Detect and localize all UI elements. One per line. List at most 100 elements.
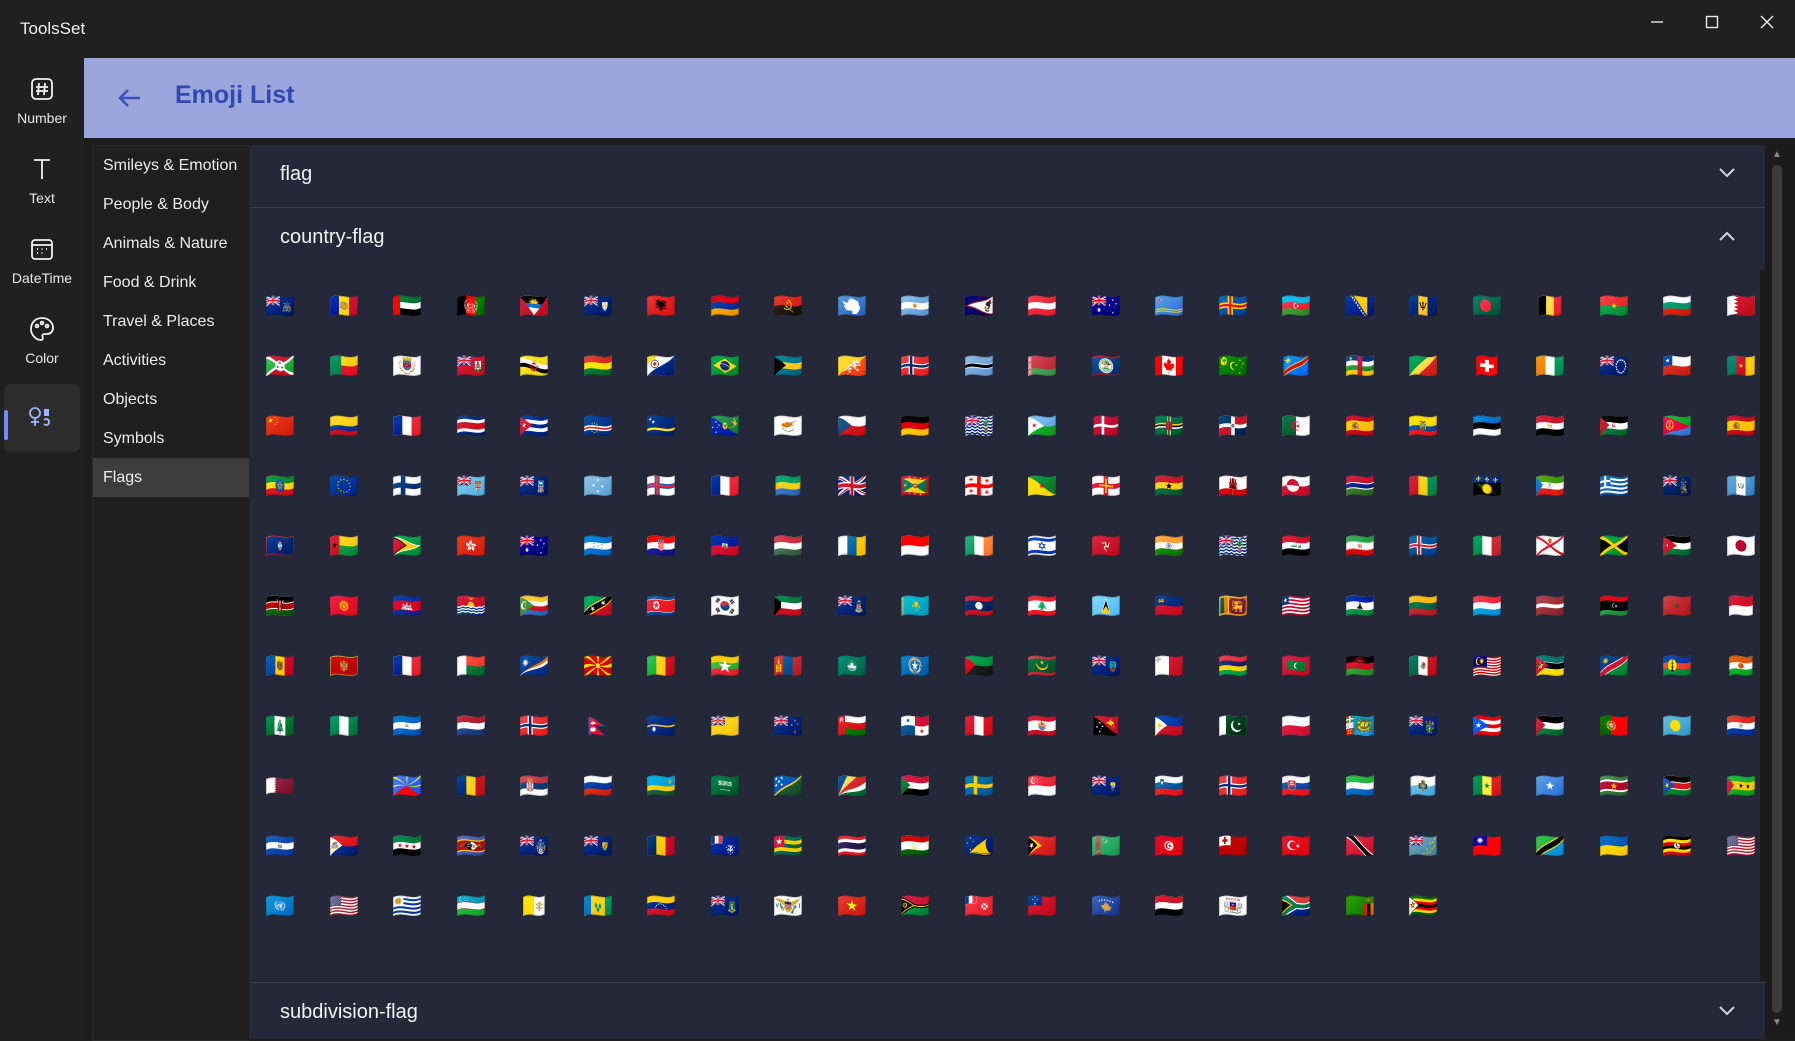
flag-emoji[interactable]: 🇲🇺 xyxy=(1215,653,1251,679)
flag-emoji[interactable]: 🇲🇭 xyxy=(516,653,552,679)
flag-emoji[interactable]: 🇨🇽 xyxy=(707,413,743,439)
category-travel[interactable]: Travel & Places xyxy=(93,302,249,341)
flag-emoji[interactable]: 🇦🇲 xyxy=(707,293,743,319)
flag-emoji[interactable]: 🇮🇱 xyxy=(1024,533,1060,559)
flag-emoji[interactable]: 🇳🇨 xyxy=(1659,653,1695,679)
flag-emoji[interactable]: 🇯🇵 xyxy=(1723,533,1759,559)
flag-emoji[interactable]: 🇷🇪 xyxy=(389,773,425,799)
minimize-button[interactable] xyxy=(1630,4,1684,40)
scroll-up-icon[interactable]: ▲ xyxy=(1771,149,1783,161)
flag-emoji[interactable]: 🇸🇱 xyxy=(1342,773,1378,799)
flag-emoji[interactable]: 🇱🇧 xyxy=(1024,593,1060,619)
flag-emoji[interactable]: 🇧🇶 xyxy=(643,353,679,379)
flag-emoji[interactable]: 🇲🇾 xyxy=(1469,653,1505,679)
flag-emoji[interactable]: 🇳🇦 xyxy=(1596,653,1632,679)
flag-emoji[interactable]: 🇸🇪 xyxy=(961,773,997,799)
flag-emoji[interactable]: 🇨🇴 xyxy=(326,413,362,439)
flag-emoji[interactable]: 🇭🇰 xyxy=(453,533,489,559)
flag-emoji[interactable]: 🇦🇩 xyxy=(326,293,362,319)
category-smileys[interactable]: Smileys & Emotion xyxy=(93,146,249,185)
flag-emoji[interactable]: 🇦🇸 xyxy=(961,293,997,319)
section-header-subdivision-flag[interactable]: subdivision-flag xyxy=(250,983,1765,1039)
flag-emoji[interactable]: 🇸🇴 xyxy=(1532,773,1568,799)
close-button[interactable] xyxy=(1740,4,1794,40)
flag-emoji[interactable]: 🇦🇶 xyxy=(834,293,870,319)
flag-emoji[interactable]: 🇬🇬 xyxy=(1088,473,1124,499)
flag-emoji[interactable]: 🇦🇮 xyxy=(580,293,616,319)
flag-emoji[interactable]: 🇲🇦 xyxy=(1659,593,1695,619)
flag-emoji[interactable]: 🇬🇳 xyxy=(1405,473,1441,499)
flag-emoji[interactable]: 🇼🇫 xyxy=(961,893,997,919)
flag-emoji[interactable]: 🇲🇴 xyxy=(834,653,870,679)
flag-emoji[interactable]: 🇬🇪 xyxy=(961,473,997,499)
flag-emoji[interactable]: 🇧🇦 xyxy=(1342,293,1378,319)
flag-emoji[interactable]: 🇰🇬 xyxy=(326,593,362,619)
flag-emoji[interactable]: 🇮🇹 xyxy=(1469,533,1505,559)
nav-item-emoji[interactable] xyxy=(4,384,80,452)
flag-emoji[interactable]: 🇸🇷 xyxy=(1596,773,1632,799)
flag-emoji[interactable]: 🇲🇿 xyxy=(1532,653,1568,679)
flag-emoji[interactable]: 🇮🇸 xyxy=(1405,533,1441,559)
flag-emoji[interactable]: 🇪🇹 xyxy=(262,473,298,499)
flag-emoji[interactable]: 🇱🇻 xyxy=(1532,593,1568,619)
flag-emoji[interactable]: 🇱🇺 xyxy=(1469,593,1505,619)
flag-emoji[interactable]: 🇧🇹 xyxy=(834,353,870,379)
flag-emoji[interactable]: 🇮🇨 xyxy=(834,533,870,559)
flag-emoji[interactable]: 🇧🇭 xyxy=(1723,293,1759,319)
flag-emoji[interactable]: 🇦🇽 xyxy=(1215,293,1251,319)
flag-emoji[interactable]: 🇲🇲 xyxy=(707,653,743,679)
flag-emoji[interactable]: 🇧🇯 xyxy=(326,353,362,379)
flag-emoji[interactable]: 🇲🇳 xyxy=(770,653,806,679)
flag-emoji[interactable]: 🇱🇹 xyxy=(1405,593,1441,619)
flag-emoji[interactable]: 🇦🇪 xyxy=(389,293,425,319)
flag-emoji[interactable]: 🇭🇷 xyxy=(643,533,679,559)
flag-emoji[interactable]: 🇺🇿 xyxy=(453,893,489,919)
flag-emoji[interactable]: 🇫🇯 xyxy=(453,473,489,499)
flag-emoji[interactable]: 🇰🇵 xyxy=(643,593,679,619)
flag-emoji[interactable]: 🇮🇪 xyxy=(961,533,997,559)
flag-emoji[interactable]: 🇹🇴 xyxy=(1215,833,1251,859)
flag-emoji[interactable]: 🇪🇭 xyxy=(1596,413,1632,439)
flag-emoji[interactable]: 🇳🇫 xyxy=(262,713,298,739)
flag-emoji[interactable]: 🇸🇸 xyxy=(1659,773,1695,799)
flag-emoji[interactable]: 🇹🇷 xyxy=(1278,833,1314,859)
flag-emoji[interactable]: 🇦🇫 xyxy=(453,293,489,319)
flag-emoji[interactable]: 🇮🇴 xyxy=(1215,533,1251,559)
flag-emoji[interactable]: 🇬🇦 xyxy=(770,473,806,499)
flag-emoji[interactable]: 🇰🇲 xyxy=(516,593,552,619)
flag-emoji[interactable]: 🇱🇦 xyxy=(961,593,997,619)
flag-emoji[interactable]: 🇯🇲 xyxy=(1596,533,1632,559)
flag-emoji[interactable]: 🇾🇪 xyxy=(1151,893,1187,919)
flag-emoji[interactable]: 🇦🇹 xyxy=(1024,293,1060,319)
flag-emoji[interactable]: 🇺🇸 xyxy=(326,893,362,919)
flag-emoji[interactable]: 🇰🇼 xyxy=(770,593,806,619)
flag-emoji[interactable]: 🇧🇸 xyxy=(770,353,806,379)
flag-emoji[interactable]: 🇸🇬 xyxy=(1024,773,1060,799)
flag-emoji[interactable]: 🇬🇺 xyxy=(262,533,298,559)
flag-emoji[interactable]: 🇰🇪 xyxy=(262,593,298,619)
flag-emoji[interactable]: 🇬🇩 xyxy=(897,473,933,499)
flag-emoji[interactable]: 🇬🇲 xyxy=(1342,473,1378,499)
flag-emoji[interactable]: 🇹🇰 xyxy=(961,833,997,859)
flag-emoji[interactable]: 🇷🇺 xyxy=(580,773,616,799)
flag-emoji[interactable]: 🇸🇦 xyxy=(707,773,743,799)
flag-emoji[interactable]: 🇵🇳 xyxy=(1405,713,1441,739)
flag-emoji[interactable]: 🇺🇳 xyxy=(262,893,298,919)
flag-emoji[interactable]: 🇹🇱 xyxy=(1024,833,1060,859)
flag-emoji[interactable]: 🇹🇨 xyxy=(580,833,616,859)
flag-emoji[interactable]: 🇨🇺 xyxy=(516,413,552,439)
flag-emoji[interactable]: 🇵🇦 xyxy=(897,713,933,739)
flag-emoji[interactable]: 🇰🇳 xyxy=(580,593,616,619)
flag-emoji[interactable]: 🇻🇪 xyxy=(643,893,679,919)
flag-emoji[interactable]: 🇻🇳 xyxy=(834,893,870,919)
flag-emoji[interactable]: 🇴🇲 xyxy=(834,713,870,739)
flag-emoji[interactable]: 🇲🇪 xyxy=(326,653,362,679)
flag-emoji[interactable]: 🇷🇼 xyxy=(643,773,679,799)
flag-emoji[interactable]: 🇪🇷 xyxy=(1659,413,1695,439)
flag-emoji[interactable]: 🇻🇦 xyxy=(516,893,552,919)
flag-emoji[interactable]: 🇩🇰 xyxy=(1088,413,1124,439)
flag-emoji[interactable]: 🇧🇲 xyxy=(453,353,489,379)
flag-emoji[interactable]: 🇱🇰 xyxy=(1215,593,1251,619)
flag-emoji[interactable]: 🇲🇼 xyxy=(1342,653,1378,679)
flag-emoji[interactable]: 🇨🇭 xyxy=(1469,353,1505,379)
